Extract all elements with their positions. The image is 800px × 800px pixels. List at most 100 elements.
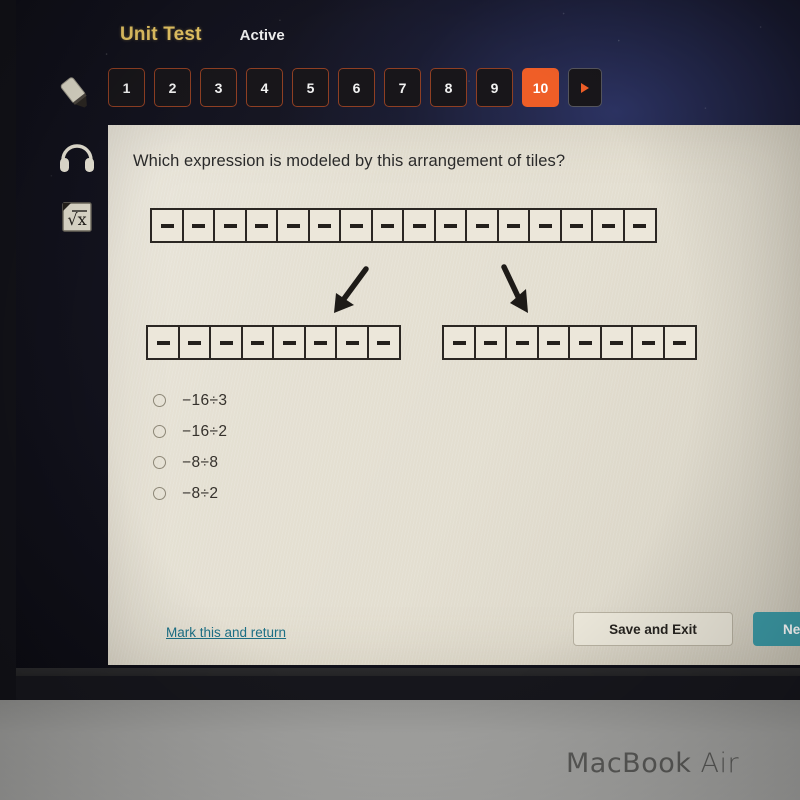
radio-button[interactable] [153, 487, 166, 500]
minus-sign-icon [377, 340, 390, 345]
answer-option-label: −16÷2 [182, 422, 228, 440]
highlighter-tool-button[interactable] [46, 62, 108, 124]
minus-sign-icon [641, 340, 655, 345]
negative-tile [150, 208, 184, 243]
radio-button[interactable] [153, 425, 166, 438]
calculator-tool-button[interactable]: √x [46, 186, 108, 248]
answer-option-3[interactable]: −8÷8 [153, 447, 227, 478]
tool-sidebar[interactable]: √x [46, 62, 108, 248]
minus-sign-icon [188, 340, 201, 345]
question-prompt: Which expression is modeled by this arra… [133, 152, 566, 170]
question-nav[interactable]: 1 2 3 4 5 6 7 8 9 10 [108, 68, 602, 107]
negative-tile [335, 325, 369, 360]
arrow-down-left-icon [334, 266, 369, 313]
negative-tile [181, 208, 216, 243]
answer-options[interactable]: −16÷3 −16÷2 −8÷8 −8÷2 [153, 385, 227, 509]
minus-sign-icon [314, 340, 327, 345]
headphones-icon [60, 144, 94, 172]
question-nav-button-2[interactable]: 2 [154, 68, 191, 107]
negative-tile [303, 325, 338, 360]
radio-button[interactable] [153, 394, 166, 407]
question-nav-button-4[interactable]: 4 [246, 68, 283, 107]
negative-tile [272, 325, 306, 360]
minus-sign-icon [538, 223, 552, 228]
question-nav-button-10[interactable]: 10 [522, 68, 559, 107]
negative-tile [276, 208, 310, 243]
question-nav-button-8[interactable]: 8 [430, 68, 467, 107]
minus-sign-icon [219, 340, 233, 345]
minus-sign-icon [547, 340, 560, 345]
minus-sign-icon [282, 340, 296, 345]
audio-tool-button[interactable] [46, 124, 108, 186]
minus-sign-icon [570, 223, 583, 228]
answer-option-2[interactable]: −16÷2 [153, 416, 227, 447]
radio-button[interactable] [153, 456, 166, 469]
negative-tile [559, 208, 594, 243]
macbook-word: MacBook [566, 748, 692, 779]
answer-option-label: −16÷3 [182, 391, 228, 409]
minus-sign-icon [412, 223, 426, 228]
minus-sign-icon [156, 340, 170, 345]
question-nav-button-3[interactable]: 3 [200, 68, 237, 107]
minus-sign-icon [610, 340, 623, 345]
question-nav-button-7[interactable]: 7 [384, 68, 421, 107]
question-nav-button-6[interactable]: 6 [338, 68, 375, 107]
negative-tile [631, 325, 665, 360]
negative-tile [433, 208, 468, 243]
svg-text:√x: √x [67, 210, 86, 229]
answer-option-label: −8÷2 [182, 484, 219, 502]
negative-tile [465, 208, 499, 243]
minus-sign-icon [475, 223, 489, 228]
minus-sign-icon [160, 223, 174, 228]
minus-sign-icon [452, 340, 466, 345]
negative-tile [568, 325, 602, 360]
question-nav-button-9[interactable]: 9 [476, 68, 513, 107]
negative-tile [622, 208, 657, 243]
tile-row-bottom-right [442, 325, 697, 360]
question-nav-button-1[interactable]: 1 [108, 68, 145, 107]
minus-sign-icon [633, 223, 646, 228]
status-badge: Active [239, 27, 285, 44]
negative-tile [307, 208, 342, 243]
answer-option-1[interactable]: −16÷3 [153, 385, 227, 416]
negative-tile [599, 325, 634, 360]
negative-tile [402, 208, 436, 243]
minus-sign-icon [345, 340, 359, 345]
negative-tile [662, 325, 697, 360]
calculator-icon: √x [62, 202, 92, 232]
save-and-exit-button[interactable]: Save and Exit [573, 612, 733, 646]
page-title: Unit Test [120, 24, 202, 45]
answer-option-4[interactable]: −8÷2 [153, 478, 227, 509]
minus-sign-icon [444, 223, 457, 228]
negative-tile [339, 208, 373, 243]
negative-tile [213, 208, 247, 243]
minus-sign-icon [673, 340, 686, 345]
minus-sign-icon [192, 223, 205, 228]
negative-tile [177, 325, 212, 360]
negative-tile [536, 325, 571, 360]
next-button[interactable]: Next [753, 612, 800, 646]
question-nav-next-button[interactable] [568, 68, 602, 107]
minus-sign-icon [507, 223, 520, 228]
bezel-left-edge [0, 0, 16, 700]
negative-tile [370, 208, 405, 243]
negative-tile [366, 325, 401, 360]
minus-sign-icon [251, 340, 264, 345]
mark-this-and-return-link[interactable]: Mark this and return [166, 625, 286, 640]
laptop-photo: MacBook Air Unit Test Active 1 2 3 4 5 6 7 8 9 10 [0, 0, 800, 800]
bezel-bottom-edge [12, 668, 800, 676]
minus-sign-icon [515, 340, 529, 345]
highlighter-icon [60, 77, 87, 108]
macbook-air-branding: MacBook Air [566, 748, 739, 779]
minus-sign-icon [286, 223, 300, 228]
negative-tile [209, 325, 243, 360]
negative-tile [496, 208, 531, 243]
air-word: Air [691, 748, 740, 779]
minus-sign-icon [578, 340, 592, 345]
test-header: Unit Test Active [120, 24, 285, 46]
minus-sign-icon [223, 223, 237, 228]
question-nav-button-5[interactable]: 5 [292, 68, 329, 107]
negative-tile [528, 208, 562, 243]
arrow-down-right-icon [501, 264, 528, 313]
minus-sign-icon [349, 223, 363, 228]
